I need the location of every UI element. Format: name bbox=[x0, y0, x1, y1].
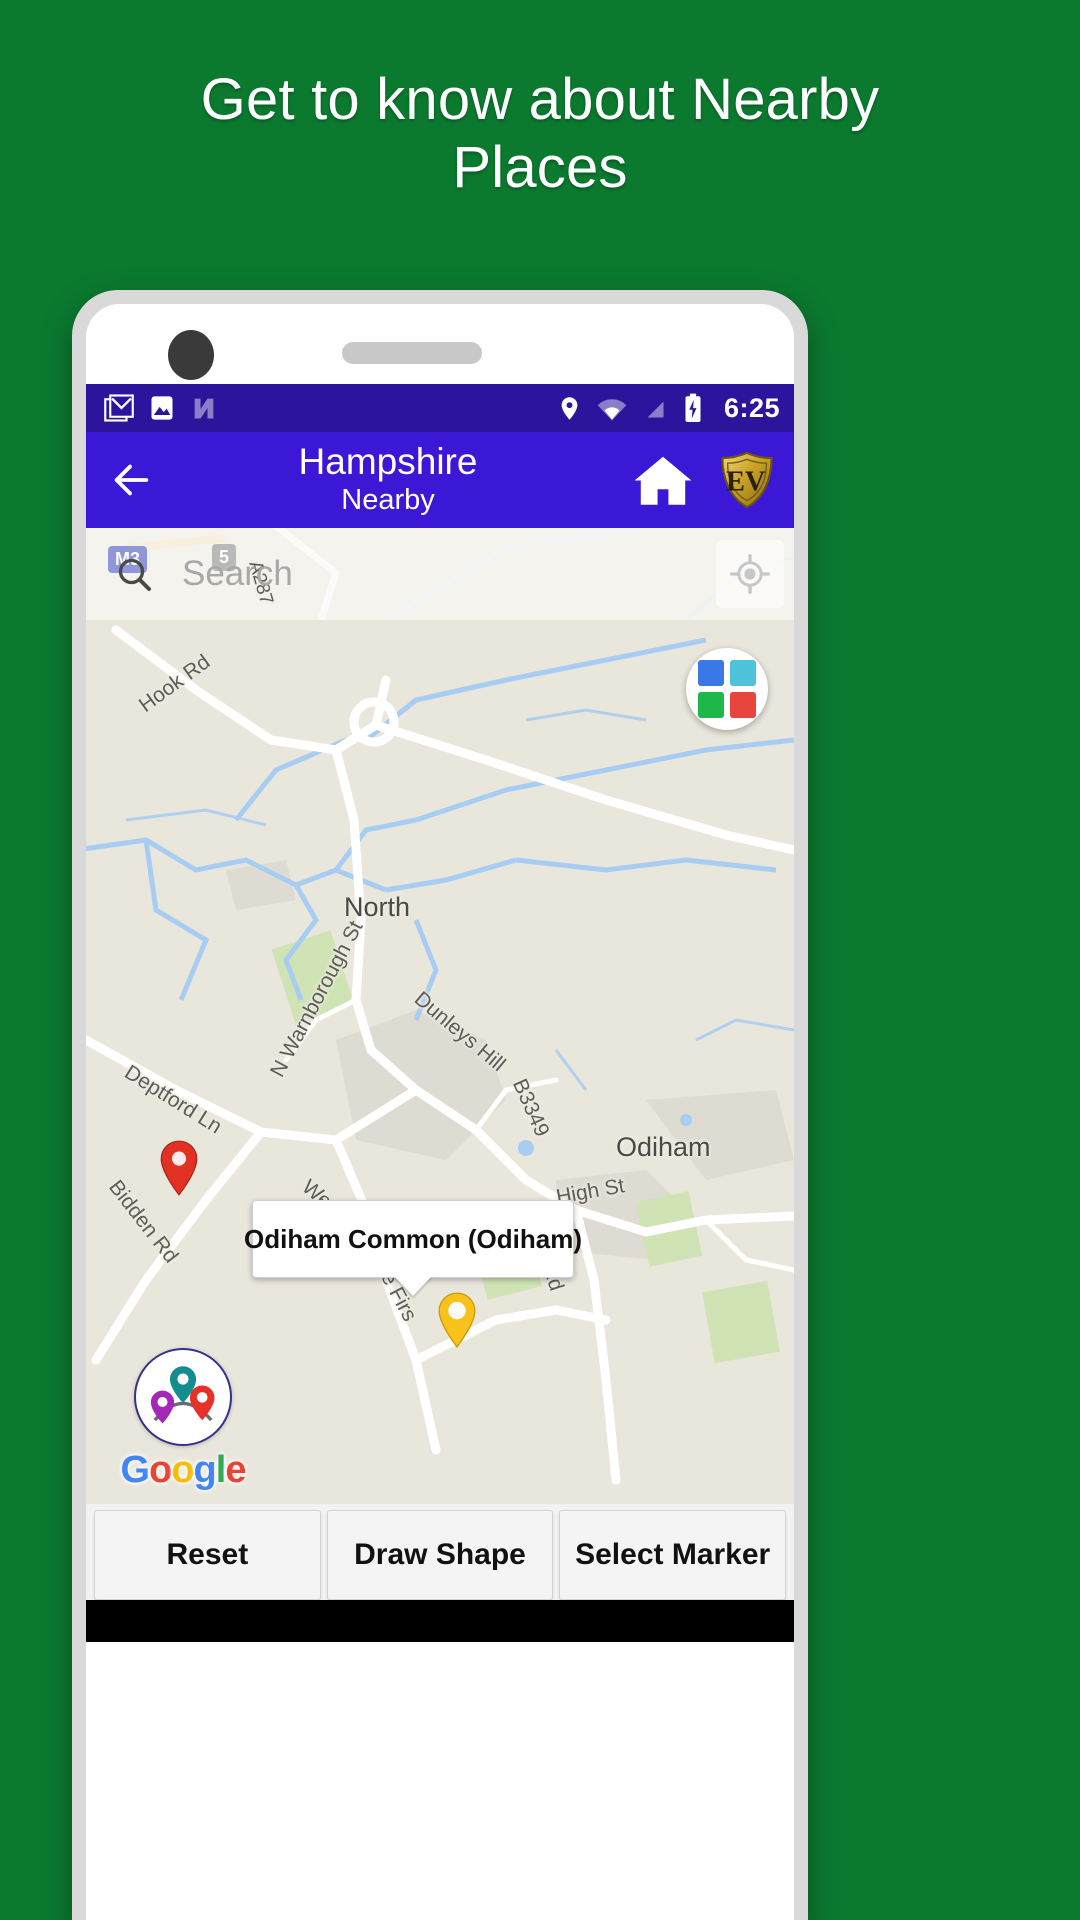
google-letter-l: l bbox=[215, 1449, 227, 1491]
google-letter-g2: g bbox=[193, 1449, 217, 1491]
mobile-data-off-icon bbox=[642, 395, 667, 421]
earpiece-speaker bbox=[342, 342, 482, 364]
status-bar-notifications bbox=[104, 393, 218, 423]
search-icon[interactable] bbox=[114, 554, 154, 594]
gmail-icon bbox=[104, 394, 134, 422]
status-bar: 6:25 bbox=[86, 384, 794, 432]
ev-brand-logo-icon[interactable]: EV bbox=[716, 449, 778, 511]
location-icon bbox=[561, 396, 578, 420]
nearby-places-logo-icon bbox=[134, 1348, 232, 1446]
map-label-odiham: Odiham bbox=[616, 1132, 711, 1162]
svg-text:EV: EV bbox=[726, 466, 766, 497]
map-type-button[interactable] bbox=[686, 648, 768, 730]
photos-icon bbox=[151, 396, 173, 420]
map-canvas[interactable]: Hook Rd North Deptford Ln Bidden Rd N Wa… bbox=[86, 620, 794, 1504]
front-camera-icon bbox=[168, 330, 214, 380]
map-attribution-group: Google bbox=[108, 1348, 258, 1490]
search-input[interactable] bbox=[154, 554, 716, 594]
map-label-north: North bbox=[344, 892, 411, 922]
reset-button[interactable]: Reset bbox=[94, 1510, 321, 1600]
home-icon[interactable] bbox=[632, 449, 694, 511]
select-marker-button[interactable]: Select Marker bbox=[559, 1510, 787, 1600]
promo-headline: Get to know about Nearby Places bbox=[200, 67, 880, 200]
app-bar: Hampshire Nearby EV bbox=[86, 432, 794, 528]
status-bar-system-icons: 6:25 bbox=[556, 393, 780, 424]
android-navigation-bar bbox=[86, 1600, 794, 1642]
map-layers-icon-tile-2 bbox=[730, 660, 756, 686]
map-info-window[interactable]: Odiham Common (Odiham) bbox=[244, 1200, 582, 1296]
my-location-icon bbox=[729, 553, 771, 595]
google-letter-o2: o bbox=[171, 1449, 194, 1491]
info-window-tail bbox=[394, 1276, 432, 1296]
status-bar-clock: 6:25 bbox=[723, 392, 780, 423]
app-bar-titles: Hampshire Nearby bbox=[144, 441, 632, 517]
my-location-button[interactable] bbox=[716, 540, 784, 608]
map-layers-icon-tile-4 bbox=[730, 692, 756, 718]
page-subtitle: Nearby bbox=[341, 484, 435, 516]
battery-charging-icon bbox=[685, 393, 701, 422]
wifi-icon bbox=[597, 399, 627, 421]
nova-launcher-icon bbox=[194, 398, 214, 419]
map-action-bar: Reset Draw Shape Select Marker bbox=[86, 1504, 794, 1600]
info-window-title: Odiham Common (Odiham) bbox=[244, 1223, 582, 1254]
map-marker-selected-icon[interactable] bbox=[436, 1292, 478, 1348]
draw-shape-button[interactable]: Draw Shape bbox=[326, 1510, 554, 1600]
map-layers-icon-tile-1 bbox=[698, 660, 724, 686]
google-attribution: Google bbox=[108, 1450, 258, 1490]
phone-bezel bbox=[86, 304, 794, 384]
map-marker-red-icon[interactable] bbox=[158, 1140, 200, 1196]
phone-mockup: 6:25 Hampshire Nearby EV M3 5 A287 Searc… bbox=[72, 290, 808, 1920]
google-letter-g: G bbox=[120, 1449, 151, 1491]
map-layers-icon-tile-3 bbox=[698, 692, 724, 718]
page-title: Hampshire bbox=[298, 441, 478, 482]
google-letter-o1: o bbox=[149, 1449, 172, 1491]
search-bar[interactable]: M3 5 A287 bbox=[86, 528, 794, 620]
google-letter-e: e bbox=[225, 1449, 246, 1491]
phone-screen: 6:25 Hampshire Nearby EV M3 5 A287 Searc… bbox=[86, 304, 794, 1920]
